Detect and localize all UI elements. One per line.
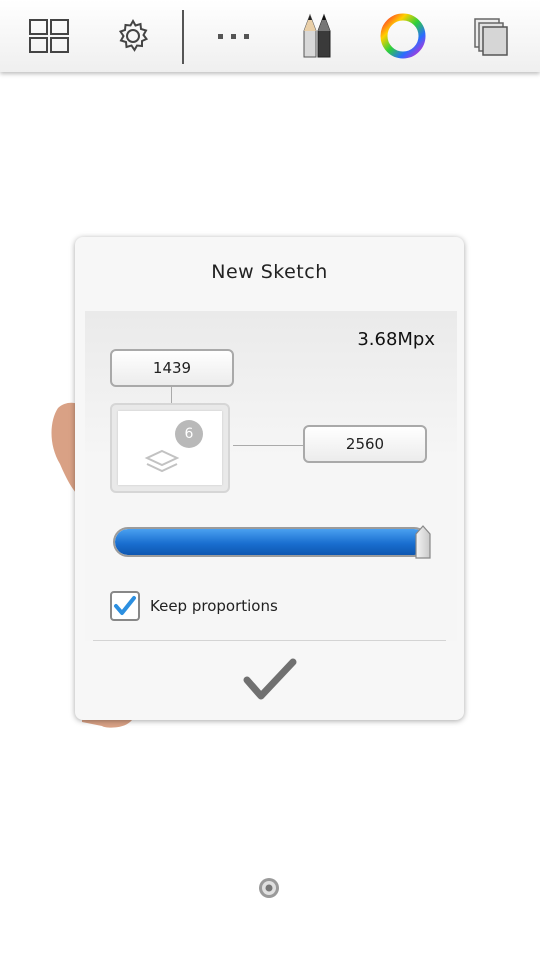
grid-icon [29, 19, 69, 53]
dialog-divider [93, 640, 446, 641]
size-slider-track[interactable] [113, 527, 429, 557]
canvas-size-panel: 3.68Mpx 1439 6 2560 Keep proportions [85, 311, 457, 641]
confirm-button[interactable] [242, 655, 298, 703]
more-dots-icon [218, 34, 249, 39]
page-indicator-dot[interactable] [257, 876, 281, 900]
toolbar-separator [182, 10, 184, 64]
keep-proportions-row[interactable]: Keep proportions [110, 589, 278, 623]
dialog-title: New Sketch [211, 261, 328, 283]
size-slider-fill [115, 529, 427, 555]
canvas-preview: 6 [110, 403, 230, 493]
new-sketch-dialog: New Sketch 3.68Mpx 1439 6 2560 Keep prop… [75, 237, 464, 720]
layers-stack-icon [474, 18, 508, 56]
color-picker-button[interactable] [377, 10, 429, 62]
height-field[interactable]: 1439 [110, 349, 234, 387]
more-options-button[interactable] [208, 10, 260, 62]
gear-icon [118, 18, 149, 52]
checkmark-icon [114, 596, 136, 615]
top-toolbar [0, 0, 540, 72]
keep-proportions-label: Keep proportions [150, 597, 278, 615]
brushes-button[interactable] [291, 10, 343, 62]
canvas-preview-page: 6 [118, 411, 222, 485]
layers-icon [144, 449, 180, 473]
color-wheel-icon [380, 13, 426, 59]
size-slider-thumb[interactable] [414, 525, 432, 559]
width-connector-line [233, 445, 303, 446]
layer-count-badge: 6 [175, 420, 203, 448]
gallery-grid-button[interactable] [23, 10, 75, 62]
keep-proportions-checkbox[interactable] [110, 591, 140, 621]
settings-button[interactable] [107, 10, 159, 62]
height-connector-line [171, 387, 172, 403]
width-field[interactable]: 2560 [303, 425, 427, 463]
layers-button[interactable] [464, 10, 516, 62]
confirm-checkmark-icon [243, 658, 297, 700]
megapixel-readout: 3.68Mpx [357, 329, 435, 350]
brushes-icon [303, 13, 331, 58]
